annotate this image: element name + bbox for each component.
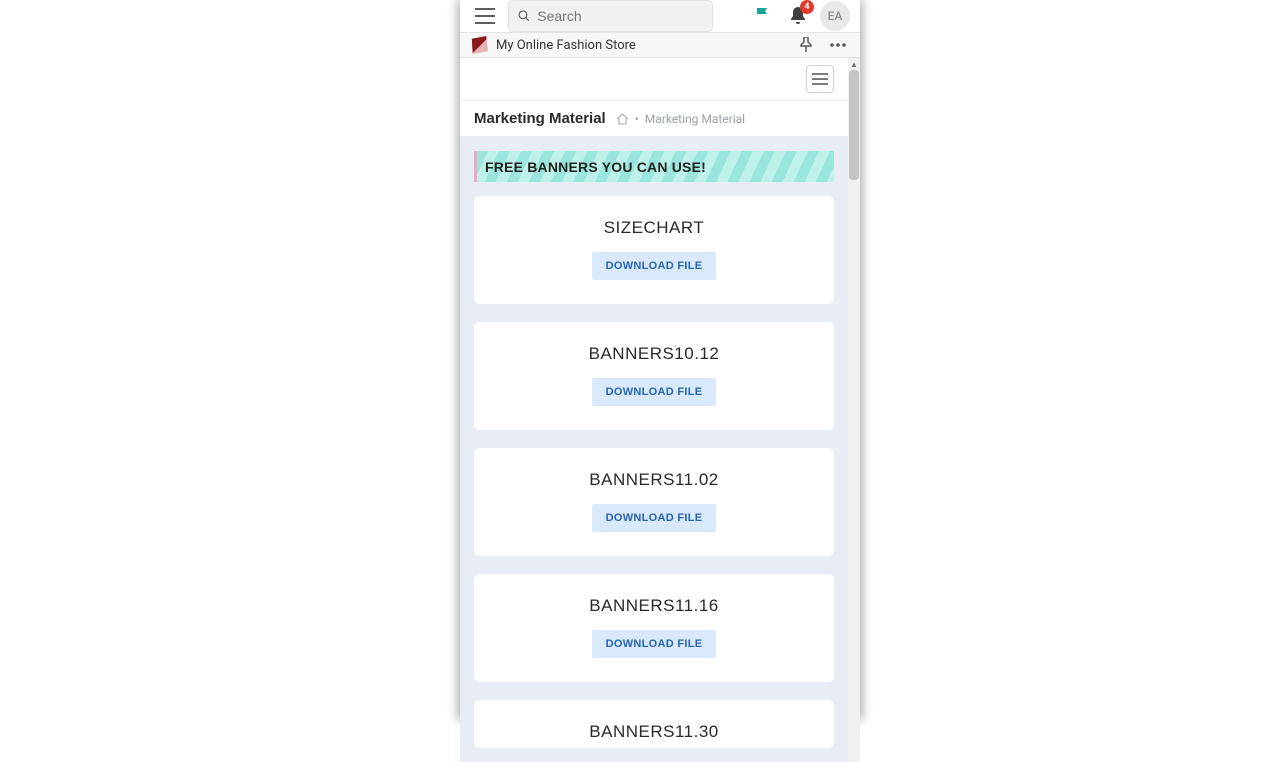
flag-icon xyxy=(755,7,771,25)
card-title: SIZECHART xyxy=(604,218,705,238)
scroll-thumb[interactable] xyxy=(849,70,859,180)
menu-button[interactable] xyxy=(470,1,500,31)
notification-badge: 4 xyxy=(800,0,814,14)
store-name: My Online Fashion Store xyxy=(496,38,636,53)
content-scroll: Marketing Material • Marketing Material … xyxy=(460,58,848,762)
breadcrumb: • Marketing Material xyxy=(616,112,745,126)
hamburger-icon xyxy=(475,8,495,24)
pin-icon xyxy=(799,37,813,53)
scrollbar[interactable]: ▲ xyxy=(848,58,860,762)
download-card: BANNERS11.16 DOWNLOAD FILE xyxy=(474,574,834,682)
notifications-button[interactable]: 4 xyxy=(784,2,812,30)
search-box[interactable] xyxy=(508,0,713,32)
download-button[interactable]: DOWNLOAD FILE xyxy=(592,252,717,280)
flag-button[interactable] xyxy=(750,3,776,29)
download-card: BANNERS11.30 xyxy=(474,700,834,748)
download-button[interactable]: DOWNLOAD FILE xyxy=(592,630,717,658)
card-title: BANNERS11.02 xyxy=(589,470,718,490)
store-logo-icon xyxy=(470,36,488,54)
topbar: 4 EA xyxy=(460,0,860,33)
download-card: BANNERS11.02 DOWNLOAD FILE xyxy=(474,448,834,556)
store-bar: My Online Fashion Store xyxy=(460,33,860,58)
hamburger-icon xyxy=(812,73,828,85)
card-title: BANNERS11.30 xyxy=(589,722,718,742)
card-title: BANNERS11.16 xyxy=(589,596,718,616)
download-button[interactable]: DOWNLOAD FILE xyxy=(592,378,717,406)
page-title: Marketing Material xyxy=(474,110,606,127)
download-card: BANNERS10.12 DOWNLOAD FILE xyxy=(474,322,834,430)
download-button[interactable]: DOWNLOAD FILE xyxy=(592,504,717,532)
breadcrumb-sep: • xyxy=(635,112,639,126)
pin-button[interactable] xyxy=(794,33,818,57)
breadcrumb-row: Marketing Material • Marketing Material xyxy=(460,100,848,137)
more-icon xyxy=(829,42,847,48)
banner-headline: FREE BANNERS YOU CAN USE! xyxy=(485,159,706,175)
card-list: SIZECHART DOWNLOAD FILE BANNERS10.12 DOW… xyxy=(460,182,848,762)
search-input[interactable] xyxy=(537,8,704,24)
panel-header xyxy=(460,58,848,100)
panel-menu-button[interactable] xyxy=(806,65,834,93)
more-button[interactable] xyxy=(826,33,850,57)
app-frame: 4 EA My Online Fashion Store Marketing M… xyxy=(460,0,860,720)
search-icon xyxy=(517,8,531,24)
scroll-up-arrow[interactable]: ▲ xyxy=(848,58,860,70)
banner-strip: FREE BANNERS YOU CAN USE! xyxy=(474,151,834,182)
home-icon[interactable] xyxy=(616,113,629,125)
breadcrumb-current: Marketing Material xyxy=(645,112,745,126)
download-card: SIZECHART DOWNLOAD FILE xyxy=(474,196,834,304)
avatar[interactable]: EA xyxy=(820,1,850,31)
content-wrap: Marketing Material • Marketing Material … xyxy=(460,58,860,762)
card-title: BANNERS10.12 xyxy=(589,344,720,364)
